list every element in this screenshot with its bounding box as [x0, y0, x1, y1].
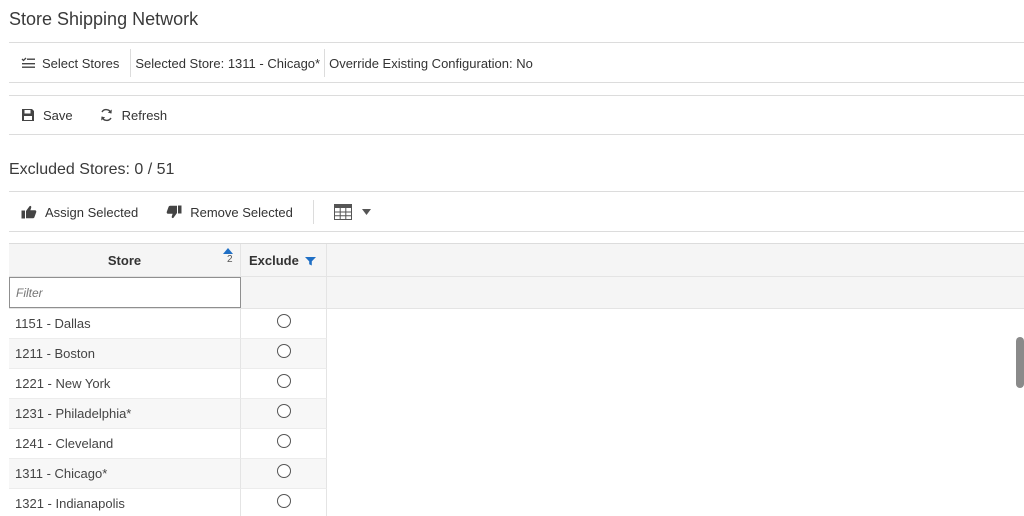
columns-menu-button[interactable] [322, 198, 387, 226]
exclude-radio[interactable] [276, 433, 291, 448]
grid-header: Store 2 Exclude [9, 244, 1024, 277]
filter-icon[interactable] [304, 256, 316, 266]
grid-rows: 1151 - Dallas 1211 - Boston 1221 - New Yor… [9, 309, 1024, 516]
thumbs-up-icon [21, 205, 37, 219]
store-cell: 1321 - Indianapolis [9, 489, 241, 516]
column-header-exclude-label: Exclude [249, 253, 299, 268]
toolbar-separator [312, 200, 314, 224]
save-icon [22, 109, 34, 121]
refresh-label: Refresh [121, 107, 168, 123]
table-toolbar: Assign Selected Remove Selected [9, 192, 1024, 232]
vertical-scrollbar-thumb[interactable] [1016, 337, 1024, 388]
page-title: Store Shipping Network [9, 9, 199, 29]
sort-ascending-icon: 2 [222, 248, 234, 270]
table-icon [333, 204, 352, 220]
thumbs-down-icon [166, 205, 182, 219]
exclude-cell [241, 489, 327, 516]
exclude-cell [241, 399, 327, 429]
sort-order-number: 2 [227, 254, 233, 265]
refresh-icon [100, 108, 112, 122]
divider [9, 134, 1024, 135]
exclude-cell [241, 309, 327, 339]
exclude-radio[interactable] [276, 313, 291, 328]
store-cell: 1231 - Philadelphia* [9, 399, 241, 429]
excluded-stores-title: Excluded Stores: 0 / 51 [9, 161, 175, 178]
exclude-radio[interactable] [276, 463, 291, 478]
table-row[interactable]: 1221 - New York [9, 369, 327, 399]
store-cell: 1151 - Dallas [9, 309, 241, 339]
store-cell: 1211 - Boston [9, 339, 241, 369]
save-button[interactable]: Save [9, 101, 87, 129]
exclude-cell [241, 369, 327, 399]
exclude-radio[interactable] [276, 343, 291, 358]
excluded-stores-grid: Store 2 Exclude 1151 - Dallas1211 - Bost… [9, 243, 1024, 516]
exclude-radio[interactable] [276, 403, 291, 418]
override-config-text: Override Existing Configuration: No [329, 55, 533, 71]
refresh-button[interactable]: Refresh [87, 101, 182, 129]
column-header-store[interactable]: Store 2 [9, 244, 241, 277]
remove-selected-button[interactable]: Remove Selected [154, 198, 309, 226]
exclude-cell [241, 429, 327, 459]
list-check-icon [21, 57, 35, 68]
select-stores-button[interactable]: Select Stores [9, 49, 130, 77]
main-toolbar: Save Refresh [9, 96, 1024, 134]
store-cell: 1311 - Chicago* [9, 459, 241, 489]
store-cell: 1221 - New York [9, 369, 241, 399]
assign-selected-label: Assign Selected [45, 204, 139, 220]
divider [9, 231, 1024, 232]
table-row[interactable]: 1231 - Philadelphia* [9, 399, 327, 429]
selected-store-text: Selected Store: 1311 - Chicago* [135, 55, 321, 71]
remove-selected-label: Remove Selected [190, 204, 293, 220]
table-row[interactable]: 1311 - Chicago* [9, 459, 327, 489]
divider [9, 82, 1024, 83]
column-header-store-label: Store [107, 253, 142, 268]
exclude-cell [241, 459, 327, 489]
save-label: Save [43, 107, 73, 123]
exclude-filter-cell [241, 277, 327, 308]
exclude-radio[interactable] [276, 493, 291, 508]
table-row[interactable]: 1241 - Cleveland [9, 429, 327, 459]
select-stores-label: Select Stores [42, 55, 120, 71]
context-bar: Select Stores Selected Store: 1311 - Chi… [9, 43, 1024, 83]
exclude-radio[interactable] [276, 373, 291, 388]
table-row[interactable]: 1321 - Indianapolis [9, 489, 327, 516]
table-row[interactable]: 1151 - Dallas [9, 309, 327, 339]
store-cell: 1241 - Cleveland [9, 429, 241, 459]
assign-selected-button[interactable]: Assign Selected [9, 198, 154, 226]
filter-row [9, 277, 1024, 309]
table-row[interactable]: 1211 - Boston [9, 339, 327, 369]
exclude-cell [241, 339, 327, 369]
store-filter-input[interactable] [9, 277, 241, 308]
caret-down-icon [361, 209, 371, 215]
column-header-exclude[interactable]: Exclude [241, 244, 327, 277]
